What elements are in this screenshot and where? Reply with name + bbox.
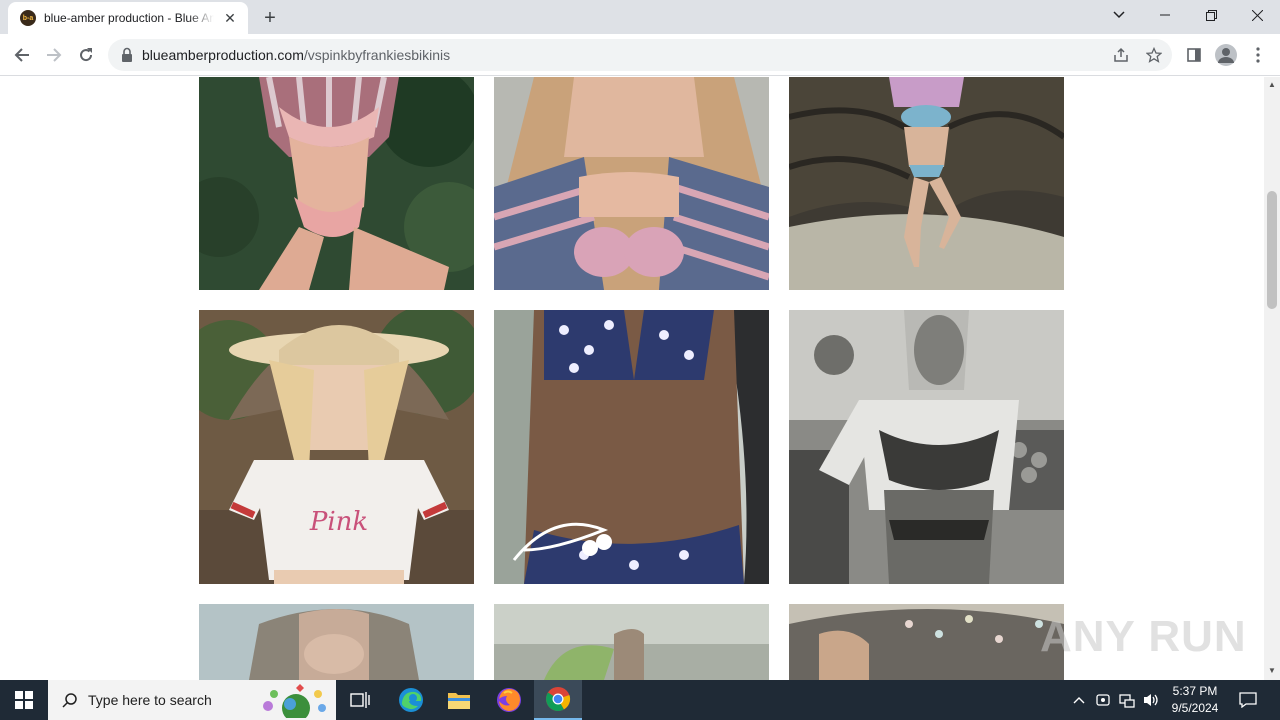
profile-avatar-icon[interactable]: [1215, 44, 1237, 66]
share-icon[interactable]: [1111, 45, 1131, 65]
gallery-photo-6[interactable]: [789, 310, 1064, 584]
taskbar-clock[interactable]: 5:37 PM 9/5/2024: [1160, 683, 1230, 717]
gallery-photo-8[interactable]: [494, 604, 769, 680]
restore-button[interactable]: [1188, 0, 1234, 30]
browser-tab[interactable]: b-a blue-amber production - Blue Amber ✕: [8, 2, 248, 34]
tab-title: blue-amber production - Blue Amber: [44, 11, 214, 25]
url-host: blueamberproduction.com: [142, 47, 304, 63]
anyrun-watermark: ANY RUN: [1040, 612, 1247, 661]
pink-shirt-text: Pink: [309, 507, 368, 537]
url-text[interactable]: blueamberproduction.com/vspinkbyfrankies…: [142, 47, 450, 63]
menu-kebab-icon[interactable]: [1247, 44, 1269, 66]
volume-icon[interactable]: [1140, 680, 1162, 720]
gallery-photo-5[interactable]: [494, 310, 769, 584]
browser-toolbar: blueamberproduction.com/vspinkbyfrankies…: [0, 34, 1280, 76]
bookmark-star-icon[interactable]: [1144, 45, 1164, 65]
back-button[interactable]: [8, 41, 36, 69]
page-viewport: Pink: [0, 77, 1264, 680]
gallery-photo-2[interactable]: [494, 77, 769, 290]
search-placeholder: Type here to search: [88, 692, 212, 708]
tab-strip: b-a blue-amber production - Blue Amber ✕…: [0, 0, 1280, 34]
site-favicon-icon: b-a: [20, 10, 36, 26]
meet-now-icon[interactable]: [1092, 680, 1114, 720]
edge-browser-icon[interactable]: [387, 680, 435, 720]
show-hidden-icons-icon[interactable]: [1068, 680, 1090, 720]
gallery-photo-1[interactable]: [199, 77, 474, 290]
network-icon[interactable]: [1116, 680, 1138, 720]
task-view-icon[interactable]: [336, 680, 384, 720]
tab-search-icon[interactable]: [1096, 0, 1142, 30]
file-explorer-icon[interactable]: [435, 680, 483, 720]
windows-taskbar: Type here to search 5:37 PM 9/5/2024: [0, 680, 1280, 720]
minimize-button[interactable]: [1142, 0, 1188, 30]
tab-close-icon[interactable]: ✕: [222, 10, 238, 26]
lock-icon[interactable]: [120, 47, 134, 63]
reload-button[interactable]: [72, 41, 100, 69]
scroll-down-arrow-icon[interactable]: ▼: [1268, 667, 1276, 675]
clock-date: 9/5/2024: [1171, 701, 1219, 715]
taskbar-search-box[interactable]: Type here to search: [48, 680, 336, 720]
firefox-icon[interactable]: [485, 680, 533, 720]
address-bar[interactable]: blueamberproduction.com/vspinkbyfrankies…: [108, 39, 1172, 71]
gallery-photo-9[interactable]: [789, 604, 1064, 680]
page-scrollbar[interactable]: ▲ ▼: [1264, 77, 1280, 680]
chrome-icon[interactable]: [534, 680, 582, 720]
search-icon: [62, 693, 77, 708]
scroll-thumb[interactable]: [1267, 191, 1277, 309]
close-window-button[interactable]: [1234, 0, 1280, 30]
new-tab-button[interactable]: +: [258, 6, 282, 30]
gallery-photo-3[interactable]: [789, 77, 1064, 290]
windows-start-button[interactable]: [0, 680, 48, 720]
gallery-photo-7[interactable]: [199, 604, 474, 680]
url-path: /vspinkbyfrankiesbikinis: [303, 47, 451, 63]
side-panel-icon[interactable]: [1183, 44, 1205, 66]
clock-time: 5:37 PM: [1172, 684, 1218, 698]
gallery-photo-4[interactable]: Pink: [199, 310, 474, 584]
notification-center-icon[interactable]: [1234, 680, 1262, 720]
scroll-up-arrow-icon[interactable]: ▲: [1268, 81, 1276, 89]
search-highlight-icon: [263, 684, 326, 718]
forward-button[interactable]: [40, 41, 68, 69]
